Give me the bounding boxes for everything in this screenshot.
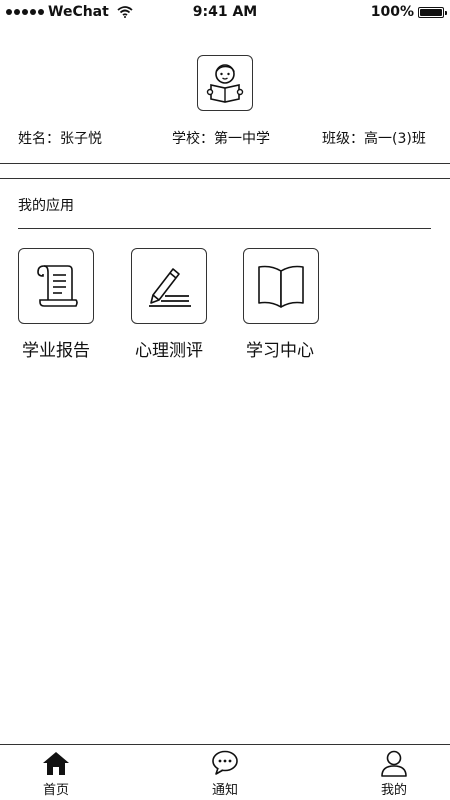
pencil-icon — [149, 268, 191, 307]
status-right: 100% — [370, 4, 447, 20]
status-bar: WeChat 9:41 AM 100% — [0, 0, 450, 26]
profile-info: 姓名：张子悦 学校：第一中学 班级：高一(3)班 — [0, 128, 450, 150]
scroll-icon — [37, 265, 78, 307]
user-icon — [381, 750, 407, 777]
student-class: 班级：高一(3)班 — [322, 131, 426, 147]
tab-home[interactable]: 首页 — [26, 749, 86, 798]
app-icon-box[interactable] — [131, 248, 207, 324]
section-divider — [18, 228, 431, 229]
tab-bar: 首页 通知 我的 — [0, 744, 450, 800]
app-label: 心理测评 — [135, 341, 203, 361]
tab-label: 我的 — [380, 783, 407, 798]
divider — [0, 163, 450, 164]
battery-fill — [420, 8, 442, 16]
apps-section-title: 我的应用 — [18, 198, 74, 214]
battery-icon — [418, 6, 447, 18]
book-icon — [258, 265, 304, 308]
battery-percent: 100% — [370, 4, 414, 20]
avatar[interactable] — [197, 55, 253, 111]
app-label: 学业报告 — [22, 341, 90, 361]
chat-bubble-icon — [212, 750, 238, 775]
app-icon-box[interactable] — [243, 248, 319, 324]
divider — [0, 178, 450, 179]
reading-student-icon — [206, 64, 244, 103]
tab-notifications[interactable]: 通知 — [195, 749, 255, 798]
app-study-center[interactable]: 学习中心 — [243, 248, 333, 361]
app-label: 学习中心 — [246, 341, 314, 361]
tab-label: 首页 — [42, 783, 69, 798]
app-icon-box[interactable] — [18, 248, 94, 324]
home-icon — [43, 752, 69, 775]
app-psych-test[interactable]: 心理测评 — [131, 248, 221, 361]
student-name: 姓名：张子悦 — [18, 131, 102, 147]
tab-mine[interactable]: 我的 — [364, 749, 424, 798]
app-academic-report[interactable]: 学业报告 — [18, 248, 108, 361]
student-school: 学校：第一中学 — [172, 131, 270, 147]
tab-label: 通知 — [211, 783, 238, 798]
